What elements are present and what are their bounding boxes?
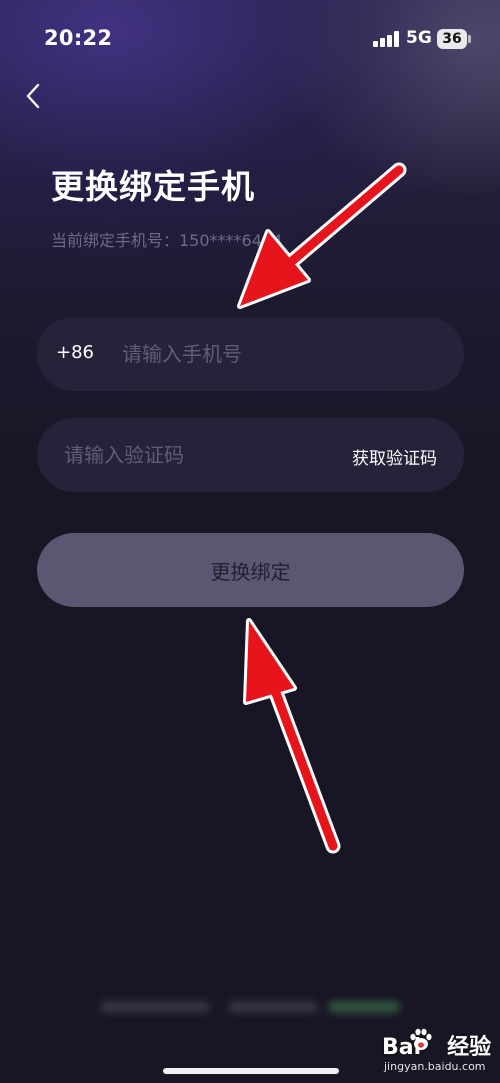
code-field: 获取验证码 <box>37 418 464 492</box>
verification-code-input[interactable] <box>64 436 334 474</box>
battery-icon: 36 <box>437 29 471 49</box>
page-title: 更换绑定手机 <box>51 167 255 206</box>
home-indicator <box>163 1068 339 1074</box>
get-code-button[interactable]: 获取验证码 <box>352 444 437 469</box>
baidu-paw-logo <box>410 1028 432 1050</box>
status-bar: 20:22 5G 36 <box>0 0 500 80</box>
baidu-watermark: Bai 经验 jingyan.baidu.com <box>378 1027 498 1077</box>
chevron-left-icon <box>26 83 40 109</box>
watermark-site: jingyan.baidu.com <box>384 1060 486 1073</box>
status-time: 20:22 <box>44 26 113 50</box>
back-button[interactable] <box>20 80 50 112</box>
battery-tip <box>468 35 471 43</box>
annotation-arrow-bottom <box>243 618 341 854</box>
phone-field: +86 <box>37 317 464 391</box>
cellular-signal-icon <box>373 31 401 47</box>
watermark-brand-right: 经验 <box>447 1035 492 1060</box>
change-binding-button[interactable]: 更换绑定 <box>37 533 464 607</box>
network-type: 5G <box>406 28 432 48</box>
country-code-selector[interactable]: +86 <box>56 342 94 363</box>
current-phone-text: 当前绑定手机号：150****6484 <box>51 231 283 250</box>
watermark-brand: Bai 经验 <box>382 1029 491 1061</box>
blurred-agreement-text <box>100 996 400 1018</box>
phone-input[interactable] <box>122 335 442 373</box>
battery-level: 36 <box>437 29 467 49</box>
phone-screen: 20:22 5G 36 更换绑定手机 当前绑定手机号：150****6484 +… <box>0 0 500 1083</box>
